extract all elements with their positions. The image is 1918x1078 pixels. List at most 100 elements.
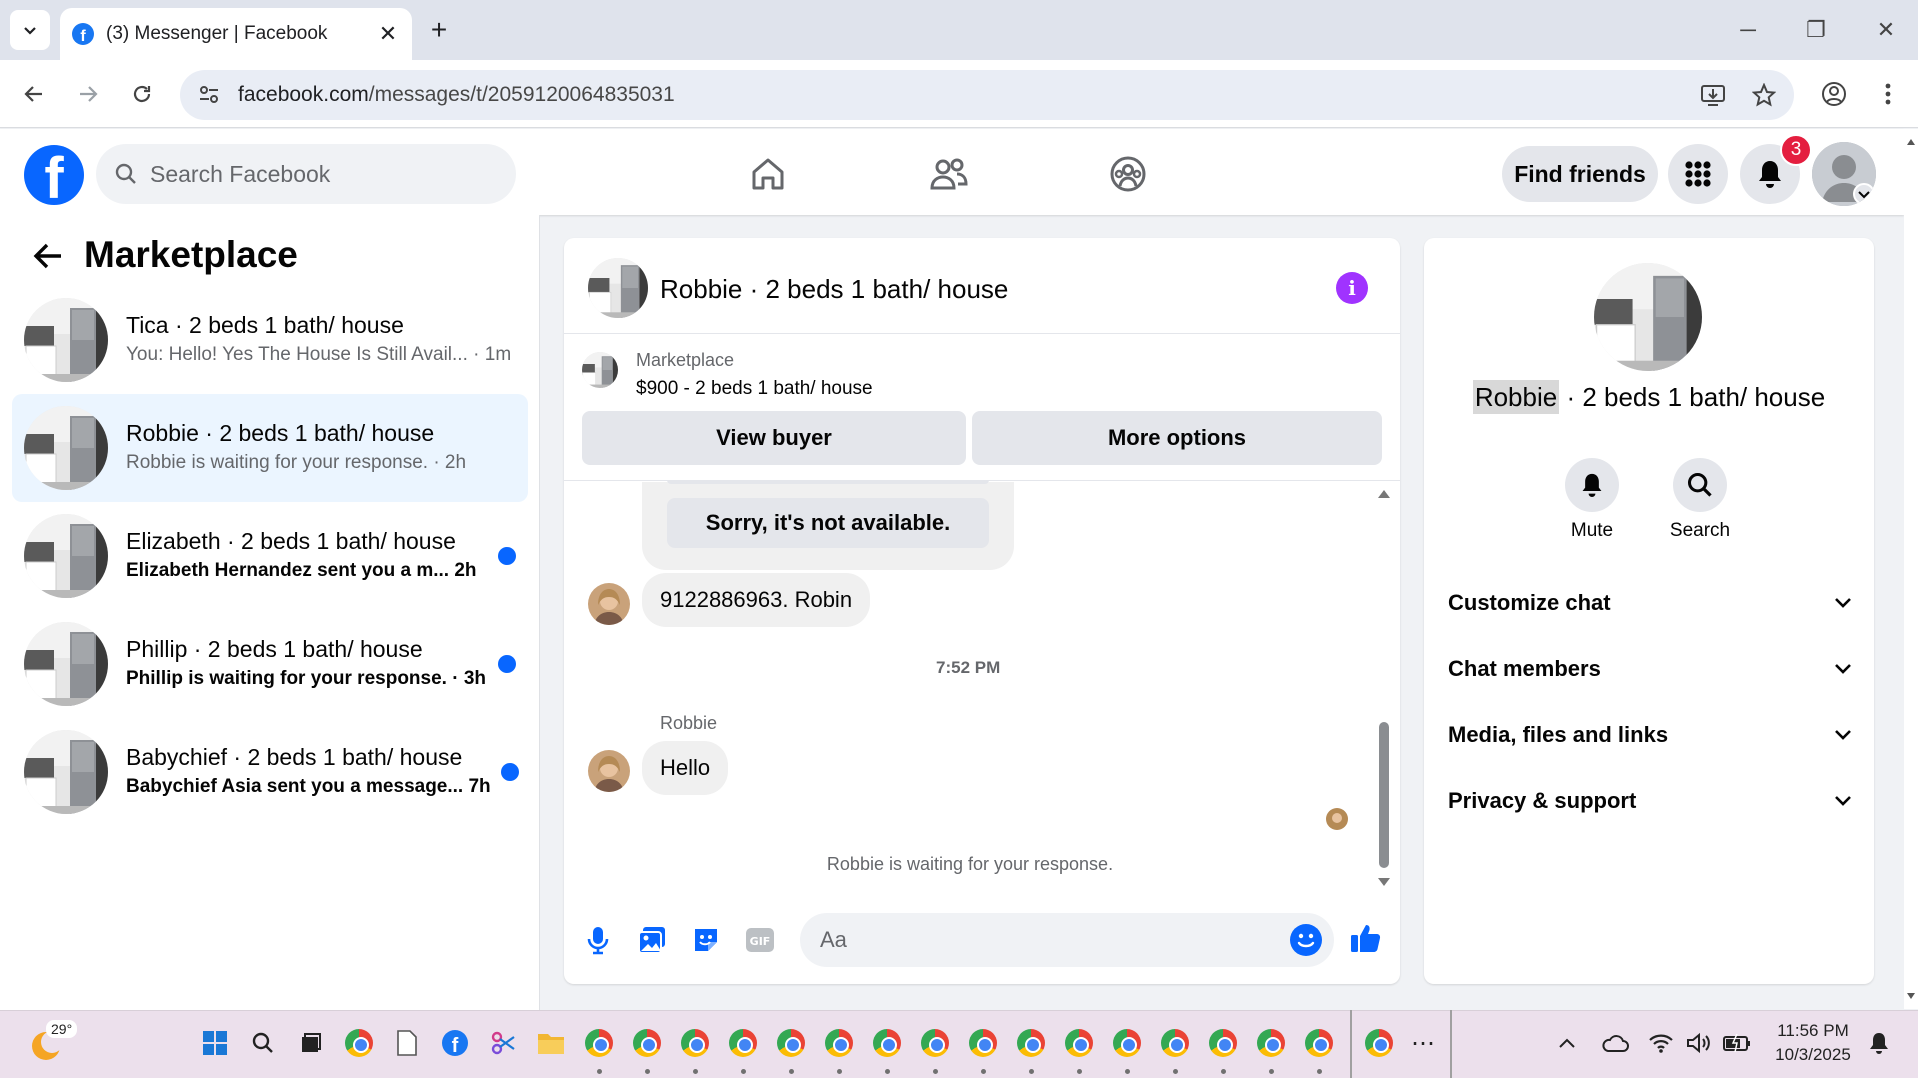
facebook-logo[interactable]: f	[24, 145, 84, 205]
house-photo	[588, 258, 648, 318]
taskbar-chrome-window[interactable]	[678, 1026, 712, 1060]
onedrive-tray[interactable]	[1598, 1026, 1632, 1060]
nav-friends[interactable]	[918, 150, 978, 198]
taskbar-chrome-window[interactable]	[774, 1026, 808, 1060]
taskbar-notepad[interactable]	[390, 1026, 424, 1060]
search-conversation-button[interactable]	[1673, 458, 1727, 512]
reload-button[interactable]	[122, 74, 162, 114]
nav-home[interactable]	[738, 150, 798, 198]
message-input[interactable]: Aa	[800, 913, 1334, 967]
conversation-info-icon[interactable]: i	[1336, 272, 1368, 304]
conversation-item[interactable]: Tica · 2 beds 1 bath/ house You: Hello! Y…	[12, 286, 528, 394]
minimize-button[interactable]: ─	[1728, 12, 1768, 48]
tab-search-button[interactable]	[10, 10, 50, 50]
groups-icon	[1110, 156, 1146, 192]
conversation-item[interactable]: Elizabeth · 2 beds 1 bath/ house Elizabet…	[12, 502, 528, 610]
taskbar-chrome-window[interactable]	[1206, 1026, 1240, 1060]
close-window-button[interactable]: ✕	[1866, 12, 1906, 48]
volume-tray[interactable]	[1682, 1026, 1716, 1060]
view-buyer-button[interactable]: View buyer	[582, 411, 966, 465]
running-indicator	[1029, 1069, 1034, 1074]
taskbar-chrome-window[interactable]	[630, 1026, 664, 1060]
find-friends-button[interactable]: Find friends	[1502, 146, 1658, 202]
running-indicator	[1173, 1069, 1178, 1074]
taskbar-snipping-tool[interactable]	[486, 1026, 520, 1060]
task-view-button[interactable]	[294, 1026, 328, 1060]
site-settings-icon[interactable]	[198, 84, 220, 106]
house-photo	[24, 622, 108, 706]
battery-tray[interactable]	[1720, 1026, 1754, 1060]
nav-groups[interactable]	[1098, 150, 1158, 198]
back-button[interactable]	[14, 74, 54, 114]
taskbar-file-explorer[interactable]	[534, 1026, 568, 1060]
info-section-customize-chat[interactable]: Customize chat	[1448, 575, 1852, 631]
chrome-icon	[633, 1029, 661, 1057]
taskbar-chrome-window[interactable]	[1158, 1026, 1192, 1060]
attach-media-button[interactable]	[634, 922, 670, 958]
listing-thumbnail[interactable]	[582, 352, 618, 388]
chat-title[interactable]: Robbie · 2 beds 1 bath/ house	[660, 274, 1008, 305]
listing-title[interactable]: $900 - 2 beds 1 bath/ house	[636, 378, 873, 400]
gif-button[interactable]: GIF	[742, 922, 778, 958]
sender-avatar[interactable]	[588, 750, 630, 792]
voice-clip-button[interactable]	[580, 922, 616, 958]
more-options-button[interactable]: More options	[972, 411, 1382, 465]
mute-button[interactable]	[1565, 458, 1619, 512]
conversation-item[interactable]: Babychief · 2 beds 1 bath/ house Babychie…	[12, 718, 528, 826]
forward-button[interactable]	[68, 74, 108, 114]
quick-reply-button[interactable]: Sorry, it's not available.	[667, 498, 989, 548]
taskbar-chrome-window[interactable]	[966, 1026, 1000, 1060]
bookmark-star-icon[interactable]	[1752, 83, 1776, 107]
restore-button[interactable]: ❐	[1796, 12, 1836, 48]
taskbar-chrome-window[interactable]	[870, 1026, 904, 1060]
browser-tab-messenger[interactable]: f (3) Messenger | Facebook ✕	[60, 8, 412, 60]
sticker-button[interactable]	[688, 922, 724, 958]
menu-button[interactable]	[1668, 144, 1728, 204]
conversation-item[interactable]: Phillip · 2 beds 1 bath/ house Phillip is…	[12, 610, 528, 718]
taskbar-chrome[interactable]	[342, 1026, 376, 1060]
taskbar-chrome-window[interactable]	[1254, 1026, 1288, 1060]
taskbar-chrome-window[interactable]	[918, 1026, 952, 1060]
browser-menu-button[interactable]	[1868, 74, 1908, 114]
profile-account-button[interactable]	[1814, 74, 1854, 114]
wifi-tray[interactable]	[1644, 1026, 1678, 1060]
taskbar-chrome-pinned[interactable]	[1362, 1026, 1396, 1060]
clock-date[interactable]: 10/3/2025	[1770, 1045, 1856, 1065]
tab-close-icon[interactable]: ✕	[376, 21, 400, 47]
taskbar-chrome-window[interactable]	[1014, 1026, 1048, 1060]
chat-scrollbar[interactable]	[1376, 482, 1392, 892]
conversation-item[interactable]: Robbie · 2 beds 1 bath/ house Robbie is w…	[12, 394, 528, 502]
taskbar-overflow-button[interactable]: ⋯	[1406, 1026, 1440, 1060]
sender-avatar[interactable]	[588, 583, 630, 625]
message-timestamp: 7:52 PM	[936, 658, 1001, 677]
install-app-icon[interactable]	[1700, 82, 1726, 108]
taskbar-chrome-window[interactable]	[582, 1026, 616, 1060]
profile-avatar-button[interactable]	[1812, 142, 1876, 206]
chat-header-avatar[interactable]	[588, 258, 648, 318]
sidebar-back-button[interactable]	[28, 236, 68, 276]
notification-center-button[interactable]	[1862, 1026, 1896, 1060]
show-hidden-icons-button[interactable]	[1550, 1026, 1584, 1060]
send-like-button[interactable]	[1348, 920, 1384, 956]
info-panel-avatar[interactable]	[1594, 263, 1702, 371]
info-section-chat-members[interactable]: Chat members	[1448, 641, 1852, 697]
info-title-name: Robbie	[1472, 380, 1560, 414]
taskbar-chrome-window[interactable]	[726, 1026, 760, 1060]
start-button[interactable]	[198, 1026, 232, 1060]
taskbar-facebook[interactable]: f	[438, 1026, 472, 1060]
clock-time[interactable]: 11:56 PM	[1770, 1021, 1856, 1041]
info-section-media-files-and-links[interactable]: Media, files and links	[1448, 707, 1852, 763]
facebook-favicon-icon: f	[72, 23, 94, 45]
emoji-button[interactable]	[1290, 924, 1322, 956]
facebook-search-input[interactable]: Search Facebook	[96, 144, 516, 204]
new-tab-button[interactable]: +	[422, 14, 456, 48]
taskbar-search-button[interactable]	[246, 1026, 280, 1060]
taskbar-chrome-window[interactable]	[1302, 1026, 1336, 1060]
info-section-privacy-support[interactable]: Privacy & support	[1448, 773, 1852, 829]
taskbar-chrome-window[interactable]	[822, 1026, 856, 1060]
address-bar[interactable]: facebook.com/messages/t/2059120064835031	[180, 70, 1794, 120]
page-scrollbar[interactable]	[1904, 129, 1918, 1009]
wifi-icon	[1649, 1034, 1673, 1053]
taskbar-chrome-window[interactable]	[1110, 1026, 1144, 1060]
taskbar-chrome-window[interactable]	[1062, 1026, 1096, 1060]
